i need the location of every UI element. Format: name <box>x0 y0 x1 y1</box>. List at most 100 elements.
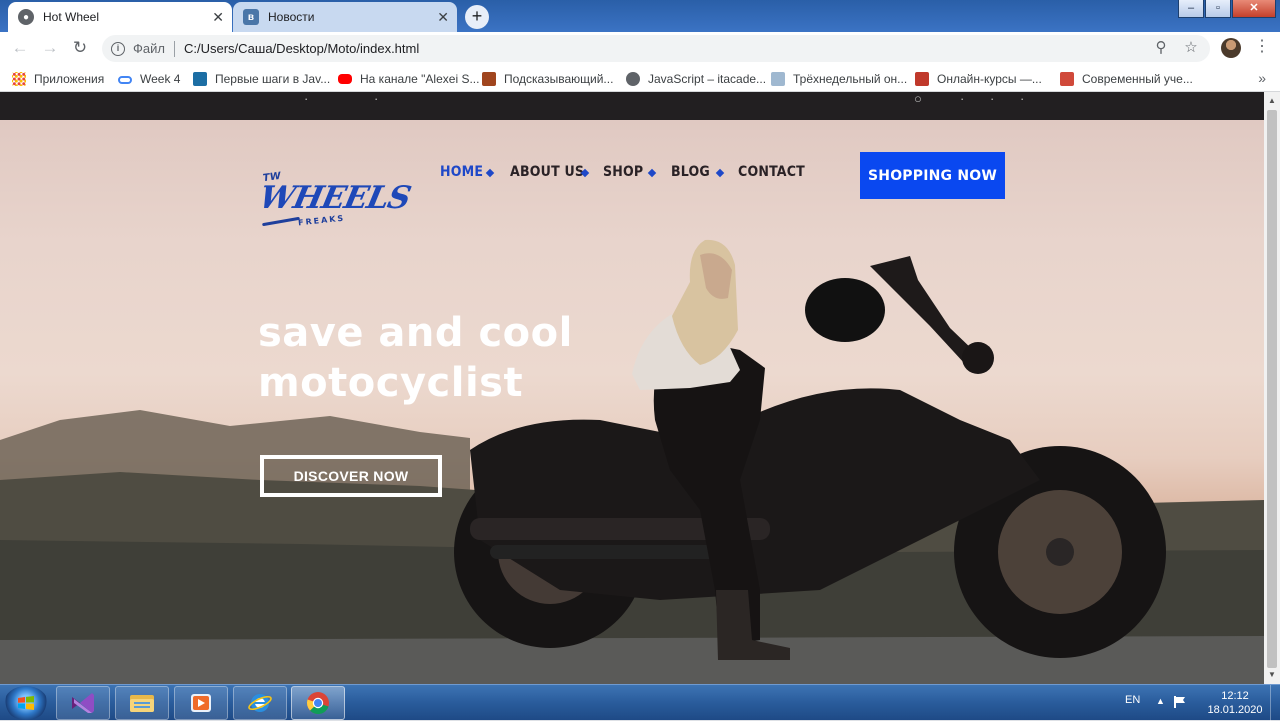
close-window-button[interactable]: ✕ <box>1232 0 1276 18</box>
more-bookmarks-icon[interactable]: » <box>1258 70 1266 86</box>
nav-home[interactable]: HOME <box>440 164 483 182</box>
site-top-bar: · · ○ · · · <box>0 92 1264 120</box>
clock-date: 18.01.2020 <box>1207 704 1263 716</box>
taskbar-chrome[interactable] <box>291 686 345 720</box>
clock-time: 12:12 <box>1221 690 1249 702</box>
new-tab-button[interactable]: + <box>465 5 489 29</box>
scheme-label: Файл <box>133 41 165 56</box>
url-text[interactable]: C:/Users/Саша/Desktop/Moto/index.html <box>184 41 419 56</box>
menu-icon[interactable]: ⋮ <box>1254 37 1270 57</box>
folder-icon <box>130 695 154 712</box>
maximize-button[interactable]: ▫ <box>1205 0 1231 18</box>
star-icon[interactable]: ☆ <box>1182 39 1200 57</box>
tab-title: Hot Wheel <box>43 10 100 24</box>
bookmark-icon <box>915 72 929 86</box>
bookmark-first-steps[interactable]: Первые шаги в Jav... <box>193 70 330 88</box>
bookmark-icon <box>1060 72 1074 86</box>
info-icon[interactable]: i <box>111 41 125 56</box>
bookmark-label: Week 4 <box>140 72 181 86</box>
forward-arrow-icon[interactable]: → <box>40 38 60 58</box>
bookmark-label: Современный уче... <box>1082 72 1193 86</box>
separator <box>173 40 175 57</box>
bookmark-icon <box>771 72 785 86</box>
youtube-icon <box>338 74 352 84</box>
bookmark-itacademy[interactable]: JavaScript – itacade... <box>626 70 766 88</box>
scroll-down-icon[interactable]: ▼ <box>1264 668 1280 682</box>
scroll-thumb[interactable] <box>1267 110 1277 668</box>
bookmark-label: JavaScript – itacade... <box>648 72 767 86</box>
bookmark-label: Онлайн-курсы —... <box>937 72 1042 86</box>
minimize-button[interactable]: – <box>1178 0 1204 18</box>
nav-about-us[interactable]: ABOUT US <box>510 164 584 182</box>
bookmark-apps[interactable]: Приложения <box>12 70 104 88</box>
bookmarks-bar: Приложения Week 4 Первые шаги в Jav... Н… <box>0 65 1280 92</box>
windows-taskbar: EN ▲ 12:12 18.01.2020 <box>0 684 1280 721</box>
window-controls: – ▫ ✕ <box>1177 0 1276 18</box>
internet-explorer-icon <box>248 694 272 712</box>
hero-headline: save and cool motocyclist <box>258 310 573 406</box>
action-center-flag-icon[interactable] <box>1173 695 1187 709</box>
address-bar[interactable]: i Файл C:/Users/Саша/Desktop/Moto/index.… <box>102 35 1210 62</box>
bookmark-label: Первые шаги в Jav... <box>215 72 331 86</box>
bookmark-youtube[interactable]: На канале "Alexei S... <box>338 70 479 88</box>
hero-section: TW WHEELS FREAKS HOME ABOUT US SHOP BLOG… <box>0 120 1264 684</box>
discover-now-button[interactable]: DISCOVER NOW <box>260 455 442 497</box>
browser-tab-strip: ● Hot Wheel ✕ в Новости ✕ + – ▫ ✕ <box>0 0 1280 32</box>
bookmark-week4[interactable]: Week 4 <box>118 70 180 88</box>
topbar-icon: · <box>374 92 379 106</box>
globe-icon: ● <box>18 9 34 25</box>
profile-avatar[interactable] <box>1221 38 1241 58</box>
page-viewport: · · ○ · · · TW WHEELS FREAKS HOME ABOUT … <box>0 92 1280 684</box>
link-icon <box>118 75 132 84</box>
tab-hot-wheel[interactable]: ● Hot Wheel ✕ <box>8 2 232 32</box>
show-desktop-button[interactable] <box>1270 685 1280 721</box>
bookmark-modern-teacher[interactable]: Современный уче... <box>1060 70 1193 88</box>
taskbar-explorer[interactable] <box>115 686 169 720</box>
tab-title: Новости <box>268 10 315 24</box>
bookmark-label: Приложения <box>34 72 105 86</box>
clock[interactable]: 12:12 18.01.2020 <box>1200 689 1270 717</box>
browser-toolbar: ← → ↻ i Файл C:/Users/Саша/Desktop/Moto/… <box>0 32 1280 65</box>
vk-icon: в <box>243 9 259 25</box>
close-tab-icon[interactable]: ✕ <box>437 9 449 25</box>
nav-contact[interactable]: CONTACT <box>738 164 805 182</box>
apps-grid-icon <box>12 72 26 86</box>
bookmark-label: На канале "Alexei S... <box>360 72 480 86</box>
windows-logo-icon <box>18 696 34 710</box>
scroll-up-icon[interactable]: ▲ <box>1264 94 1280 108</box>
taskbar-internet-explorer[interactable] <box>233 686 287 720</box>
logo-main-text: WHEELS <box>256 180 414 216</box>
nav-blog[interactable]: BLOG <box>671 164 710 182</box>
start-button[interactable] <box>4 686 48 720</box>
chrome-icon <box>306 692 329 715</box>
bookmark-online-courses[interactable]: Онлайн-курсы —... <box>915 70 1042 88</box>
globe-icon <box>626 72 640 86</box>
site-logo[interactable]: TW WHEELS FREAKS <box>256 171 413 230</box>
language-indicator[interactable]: EN <box>1125 694 1140 706</box>
topbar-icon: · <box>304 92 309 106</box>
topbar-icon: ○ <box>914 92 922 106</box>
tray-expand-icon[interactable]: ▲ <box>1156 696 1165 706</box>
nav-shop[interactable]: SHOP <box>603 164 643 182</box>
topbar-icon: · <box>1020 92 1025 106</box>
bookmark-hints[interactable]: Подсказывающий... <box>482 70 613 88</box>
page-scrollbar[interactable]: ▲ ▼ <box>1264 92 1280 684</box>
bookmark-three-week[interactable]: Трёхнедельный он... <box>771 70 907 88</box>
logo-swoosh <box>262 216 300 227</box>
topbar-icon: · <box>960 92 965 106</box>
topbar-icon: · <box>990 92 995 106</box>
shopping-now-button[interactable]: SHOPPING NOW <box>860 152 1005 199</box>
taskbar-media-player[interactable] <box>174 686 228 720</box>
back-arrow-icon[interactable]: ← <box>10 38 30 58</box>
bookmark-label: Трёхнедельный он... <box>793 72 908 86</box>
visual-studio-icon <box>72 693 94 713</box>
media-player-icon <box>191 694 211 712</box>
close-tab-icon[interactable]: ✕ <box>212 9 224 25</box>
tab-news[interactable]: в Новости ✕ <box>233 2 457 32</box>
reload-icon[interactable]: ↻ <box>70 38 90 58</box>
bookmark-label: Подсказывающий... <box>504 72 614 86</box>
zoom-icon[interactable]: ⚲ <box>1152 39 1170 57</box>
taskbar-visual-studio[interactable] <box>56 686 110 720</box>
bookmark-icon <box>482 72 496 86</box>
bookmark-icon <box>193 72 207 86</box>
